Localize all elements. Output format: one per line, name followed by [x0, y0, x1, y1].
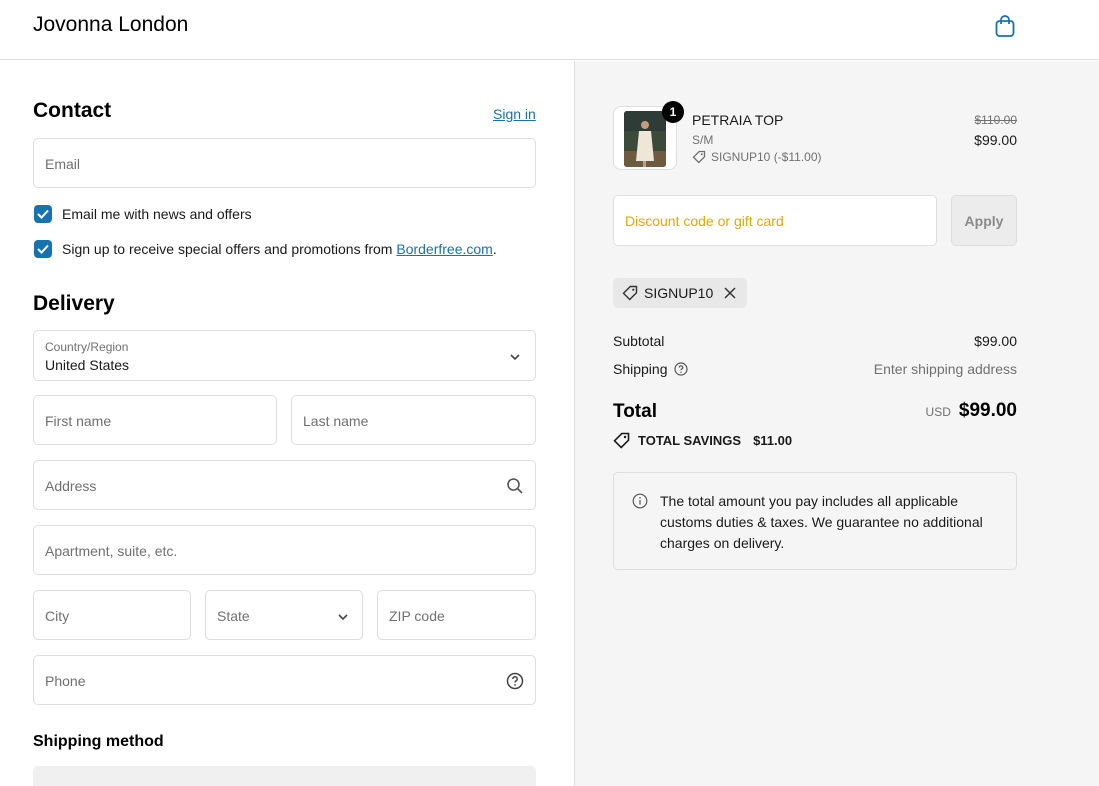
last-name-field[interactable]: Last name: [291, 395, 536, 445]
total-value: $99.00: [958, 400, 1017, 421]
apartment-field[interactable]: Apartment, suite, etc.: [33, 525, 536, 575]
delivery-heading: Delivery: [33, 292, 115, 315]
borderfree-link[interactable]: Borderfree.com: [396, 241, 492, 257]
news-checkbox[interactable]: [34, 205, 52, 223]
country-label: Country/Region: [45, 340, 129, 354]
duties-info-box: The total amount you pay includes all ap…: [613, 472, 1017, 570]
applied-discount-chip: SIGNUP10: [613, 278, 748, 308]
address-field[interactable]: Address: [33, 460, 536, 510]
sign-in-link[interactable]: Sign in: [493, 106, 536, 122]
offers-checkbox-label: Sign up to receive special offers and pr…: [62, 241, 397, 257]
duties-info-text: The total amount you pay includes all ap…: [660, 493, 983, 551]
help-icon[interactable]: [673, 362, 688, 376]
city-field[interactable]: City: [33, 590, 191, 640]
total-savings-value: $11.00: [753, 433, 793, 448]
subtotal-label: Subtotal: [613, 333, 665, 349]
bag-icon[interactable]: [994, 14, 1016, 38]
total-savings-label: TOTAL SAVINGS: [638, 433, 742, 448]
email-field[interactable]: Email: [33, 138, 536, 188]
quantity-badge: 1: [662, 101, 684, 123]
total-savings: TOTAL SAVINGS $11.00: [613, 432, 792, 449]
info-icon: [632, 493, 648, 509]
state-placeholder: State: [217, 608, 250, 624]
header: Jovonna London: [0, 0, 1099, 60]
zip-placeholder: ZIP code: [389, 608, 445, 624]
news-checkbox-row[interactable]: Email me with news and offers: [34, 205, 252, 223]
first-name-placeholder: First name: [45, 413, 112, 429]
tag-icon: [692, 150, 706, 164]
chevron-down-icon: [338, 614, 348, 621]
product-price: $99.00: [974, 132, 1017, 148]
close-icon[interactable]: [723, 286, 737, 300]
checkmark-icon: [37, 209, 49, 219]
last-name-placeholder: Last name: [303, 413, 369, 429]
shipping-value: Enter shipping address: [873, 361, 1017, 377]
original-price: $110.00: [974, 113, 1018, 127]
offers-checkbox-row[interactable]: Sign up to receive special offers and pr…: [34, 240, 497, 258]
discount-placeholder: Discount code or gift card: [625, 213, 784, 229]
phone-field[interactable]: Phone: [33, 655, 536, 705]
country-value: United States: [45, 357, 130, 373]
email-placeholder: Email: [45, 156, 81, 172]
store-logo[interactable]: Jovonna London: [33, 13, 188, 37]
checkmark-icon: [37, 244, 49, 254]
product-name: PETRAIA TOP: [692, 112, 784, 128]
city-placeholder: City: [45, 608, 70, 624]
first-name-field[interactable]: First name: [33, 395, 277, 445]
chevron-down-icon: [510, 354, 520, 361]
news-checkbox-label: Email me with news and offers: [62, 206, 252, 222]
search-icon[interactable]: [506, 477, 524, 495]
total-label: Total: [613, 401, 657, 422]
help-icon[interactable]: [506, 672, 524, 690]
shipping-method-heading: Shipping method: [33, 733, 164, 750]
address-placeholder: Address: [45, 478, 97, 494]
shipping-method-placeholder: [33, 766, 536, 786]
total-value-group: USD $99.00: [926, 400, 1017, 422]
product-variant: S/M: [692, 133, 714, 147]
currency-code: USD: [925, 405, 951, 419]
applied-discount-code: SIGNUP10: [644, 285, 714, 301]
offers-label-end: .: [492, 241, 497, 257]
zip-field[interactable]: ZIP code: [377, 590, 536, 640]
shipping-label: Shipping: [613, 361, 668, 377]
contact-heading: Contact: [33, 99, 112, 122]
subtotal-value: $99.00: [974, 333, 1017, 349]
tag-icon: [622, 285, 638, 301]
apartment-placeholder: Apartment, suite, etc.: [45, 543, 178, 559]
discount-code-field[interactable]: Discount code or gift card: [613, 195, 937, 246]
offers-checkbox[interactable]: [34, 240, 52, 258]
country-select[interactable]: Country/Region United States: [33, 330, 536, 381]
product-image: [624, 111, 666, 167]
shipping-row: Shipping: [613, 361, 688, 377]
state-select[interactable]: State: [205, 590, 363, 640]
apply-button[interactable]: Apply: [951, 195, 1017, 246]
product-discount: SIGNUP10 (-$11.00): [692, 150, 822, 164]
tag-icon: [613, 432, 630, 449]
phone-placeholder: Phone: [45, 673, 86, 689]
product-discount-label: SIGNUP10 (-$11.00): [711, 150, 822, 164]
